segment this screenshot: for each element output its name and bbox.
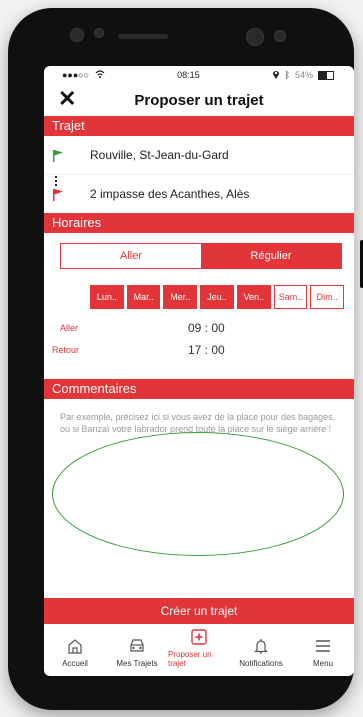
tab-mes-trajets[interactable]: Mes Trajets [106,626,168,676]
front-camera-icon [246,28,264,46]
origin-row[interactable]: Rouville, St-Jean-du-Gard [44,136,354,186]
day-dim-button[interactable]: Dim.. [310,285,345,309]
day-mer-button[interactable]: Mer.. [163,285,198,309]
camera-icon [70,28,84,42]
signal-icon: ●●●○○ [62,70,90,80]
page-title: Proposer un trajet [134,91,264,109]
speaker-grille [118,34,168,39]
bluetooth-icon: ᛒ [284,70,290,80]
mode-segmented-control: Aller Régulier [60,243,342,269]
phone-frame: ●●●○○ 08:15 ᛒ 54% ✕ Proposer un trajet T… [8,8,363,710]
start-flag-icon [52,150,64,165]
origin-address: Rouville, St-Jean-du-Gard [90,148,229,162]
day-jeu-button[interactable]: Jeu.. [200,285,234,309]
wifi-icon [95,70,105,80]
day-ven-button[interactable]: Ven.. [236,285,271,309]
day-lun-button[interactable]: Lun.. [90,285,124,309]
mode-aller-button[interactable]: Aller [61,244,201,268]
tab-proposer[interactable]: Proposer un trajet [168,626,230,676]
retour-time-picker[interactable]: 17 : 00 [188,343,225,357]
tab-proposer-label: Proposer un trajet [168,650,212,668]
day-sam-button[interactable]: Sam.. [273,285,308,309]
status-time: 08:15 [177,70,200,80]
tab-menu-label: Menu [312,659,333,668]
bell-icon [254,639,268,654]
mode-regulier-button[interactable]: Régulier [201,244,341,268]
retour-time-row: Retour 17 : 00 [44,339,354,361]
tab-bar: Accueil Mes Trajets Proposer un trajet N… [44,626,354,676]
battery-percent: 54% [294,70,313,80]
car-icon [130,639,144,652]
section-trajet-header: Trajet [44,116,354,136]
destination-address: 2 impasse des Acanthes, Alès [90,187,250,201]
location-icon [272,69,280,81]
plus-box-icon [191,629,207,645]
sensor-icon [94,28,104,38]
destination-row[interactable]: 2 impasse des Acanthes, Alès [44,174,354,213]
tab-mes-trajets-label: Mes Trajets [116,659,158,668]
retour-label: Retour [52,345,80,355]
proximity-sensor-icon [274,30,286,42]
aller-time-picker[interactable]: 09 : 00 [188,321,225,335]
app-screen: ●●●○○ 08:15 ᛒ 54% ✕ Proposer un trajet T… [44,66,354,676]
home-icon [68,639,82,654]
battery-icon [317,70,334,80]
tab-notifications-label: Notifications [239,659,283,668]
tab-accueil-label: Accueil [62,659,88,668]
status-bar: ●●●○○ 08:15 ᛒ 54% [44,66,354,84]
tab-menu[interactable]: Menu [292,626,354,676]
section-commentaires-header: Commentaires [44,379,354,399]
day-mar-button[interactable]: Mar.. [126,285,161,309]
end-flag-icon [52,189,64,204]
battery-fill [318,71,327,79]
tab-accueil[interactable]: Accueil [44,626,106,676]
tab-notifications[interactable]: Notifications [230,626,292,676]
days-selector: Lun.. Mar.. Mer.. Jeu.. Ven.. Sam.. Dim.… [90,285,345,309]
create-trip-button[interactable]: Créer un trajet [44,598,354,624]
aller-label: Aller [60,323,79,333]
comments-textarea[interactable]: Par exemple, précisez ici si vous avez d… [58,407,340,503]
section-horaires-header: Horaires [44,213,354,233]
menu-icon [316,640,330,652]
nav-bar: ✕ Proposer un trajet [44,84,354,116]
aller-time-row: Aller 09 : 00 [44,317,354,339]
close-icon[interactable]: ✕ [58,86,76,112]
